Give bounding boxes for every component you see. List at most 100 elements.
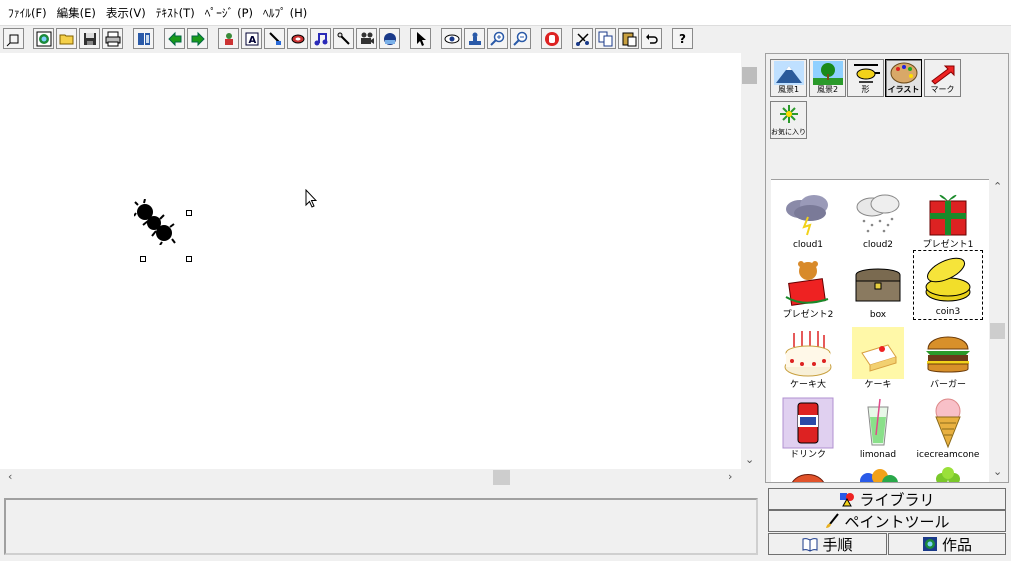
category-scenery1[interactable]: 風景1 — [770, 59, 807, 97]
gallery-item-coin3[interactable]: coin3 — [913, 250, 983, 320]
gallery-item-label: ドリンク — [789, 450, 826, 460]
category-marks[interactable]: マーク — [924, 59, 961, 97]
canvas-horizontal-scrollbar[interactable]: ‹ › — [0, 469, 741, 486]
menu-edit[interactable]: 編集(E) — [52, 0, 101, 26]
character-button[interactable] — [218, 28, 239, 49]
gallery-item-partial[interactable] — [773, 464, 843, 482]
ant-illustration[interactable] — [134, 199, 178, 245]
gallery-item-label: ケーキ大 — [789, 380, 826, 390]
library-tab[interactable]: ライブラリ — [768, 488, 1006, 510]
open-button[interactable] — [56, 28, 77, 49]
resize-handle-bottom-left[interactable] — [140, 256, 146, 262]
gallery-item-label: cloud1 — [792, 240, 824, 250]
prev-page-button[interactable] — [164, 28, 185, 49]
scroll-right-icon[interactable]: › — [728, 471, 732, 482]
cut-button[interactable] — [572, 28, 593, 49]
gallery-item-present1[interactable]: プレゼント1 — [913, 184, 983, 254]
undo-button[interactable] — [641, 28, 662, 49]
category-scenery2[interactable]: 風景2 — [809, 59, 846, 97]
scroll-up-icon[interactable]: ⌃ — [993, 181, 1002, 192]
zoom-out-icon — [512, 31, 527, 46]
gallery-item-cake[interactable]: ケーキ — [843, 324, 913, 394]
resize-handle-bottom-right[interactable] — [186, 256, 192, 262]
gift-box-icon — [929, 194, 967, 236]
category-favorites[interactable]: お気に入り — [770, 101, 807, 139]
wand-button[interactable] — [333, 28, 354, 49]
canvas-vertical-scrollbar[interactable]: ⌄ — [741, 53, 758, 469]
works-tab[interactable]: 作品 — [888, 533, 1006, 555]
stop-button[interactable] — [541, 28, 562, 49]
gallery-item-cloud2[interactable]: cloud2 — [843, 184, 913, 254]
gallery-item-drink[interactable]: ドリンク — [773, 394, 843, 464]
arrow-right-icon — [191, 31, 205, 46]
eraser-button[interactable] — [287, 28, 308, 49]
horizontal-scroll-thumb[interactable] — [493, 470, 510, 485]
select-button[interactable] — [410, 28, 431, 49]
book-button[interactable] — [133, 28, 154, 49]
globe-icon — [36, 31, 51, 46]
category-shapes[interactable]: 形 — [847, 59, 884, 97]
menu-file[interactable]: ﾌｧｲﾙ(F) — [3, 0, 52, 26]
gallery-item-big-cake[interactable]: ケーキ大 — [773, 324, 843, 394]
resize-handle-top-right[interactable] — [186, 210, 192, 216]
menu-help[interactable]: ﾍﾙﾌﾟ (H) — [258, 0, 312, 26]
app-window: { "menu": ["ﾌｧｲﾙ(F)", "編集(E)", "表示(V)", … — [0, 0, 1011, 561]
eraser-icon — [291, 34, 304, 43]
category-illustration[interactable]: イラスト — [885, 59, 922, 97]
paint-tool-button[interactable] — [264, 28, 285, 49]
wand-icon — [337, 32, 350, 45]
game-button[interactable] — [379, 28, 400, 49]
gallery-scrollbar[interactable]: ⌃ ⌄ — [989, 179, 1006, 482]
soda-can-icon — [782, 397, 834, 449]
text-button[interactable]: A — [241, 28, 262, 49]
gallery-item-partial[interactable] — [913, 464, 983, 482]
vertical-scroll-thumb[interactable] — [742, 67, 757, 84]
gallery-item-box[interactable]: box — [843, 254, 913, 324]
gallery-item-present2[interactable]: プレゼント2 — [773, 254, 843, 324]
new-button[interactable] — [33, 28, 54, 49]
category-label: 形 — [861, 85, 870, 94]
lemonade-glass-icon — [867, 398, 889, 446]
game-icon — [383, 32, 396, 45]
save-button[interactable] — [79, 28, 100, 49]
gallery-item-cloud1[interactable]: cloud1 — [773, 184, 843, 254]
category-label: 風景2 — [816, 85, 839, 94]
zoom-out-button[interactable] — [510, 28, 531, 49]
scroll-down-icon[interactable]: ⌄ — [993, 466, 1002, 477]
paint-tool-tab[interactable]: ペイントツール — [768, 510, 1006, 532]
print-button[interactable] — [102, 28, 123, 49]
music-button[interactable] — [310, 28, 331, 49]
menu-page[interactable]: ﾍﾟｰｼﾞ (P) — [200, 0, 258, 26]
gallery-item-label: limonad — [859, 450, 897, 460]
gallery-scroll-thumb[interactable] — [990, 323, 1005, 339]
steps-tab[interactable]: 手順 — [768, 533, 887, 555]
category-label: マーク — [930, 85, 955, 94]
preview-button[interactable] — [441, 28, 462, 49]
scroll-left-icon[interactable]: ‹ — [8, 471, 12, 482]
restore-button[interactable] — [3, 28, 24, 49]
movie-button[interactable] — [356, 28, 377, 49]
mountain-icon — [773, 61, 804, 85]
stamp-button[interactable] — [464, 28, 485, 49]
menu-text[interactable]: ﾃｷｽﾄ(T) — [151, 0, 200, 26]
gallery-item-partial[interactable] — [843, 464, 913, 482]
clipboard-icon — [622, 32, 636, 46]
scroll-down-icon[interactable]: ⌄ — [745, 454, 754, 465]
category-label: 風景1 — [777, 85, 800, 94]
help-button[interactable]: ? — [672, 28, 693, 49]
copy-button[interactable] — [595, 28, 616, 49]
brush-icon — [826, 513, 840, 528]
library-icon — [840, 493, 855, 507]
zoom-in-button[interactable] — [487, 28, 508, 49]
cake-slice-icon — [852, 327, 904, 379]
gallery-item-icecreamcone[interactable]: icecreamcone — [913, 394, 983, 464]
canvas[interactable] — [0, 53, 741, 469]
next-page-button[interactable] — [187, 28, 208, 49]
menu-view[interactable]: 表示(V) — [101, 0, 151, 26]
gallery-item-limonad[interactable]: limonad — [843, 394, 913, 464]
paste-button[interactable] — [618, 28, 639, 49]
gallery-item-burger[interactable]: バーガー — [913, 324, 983, 394]
plant-icon — [936, 467, 960, 482]
book-icon — [137, 32, 150, 45]
palette-icon — [890, 62, 917, 84]
